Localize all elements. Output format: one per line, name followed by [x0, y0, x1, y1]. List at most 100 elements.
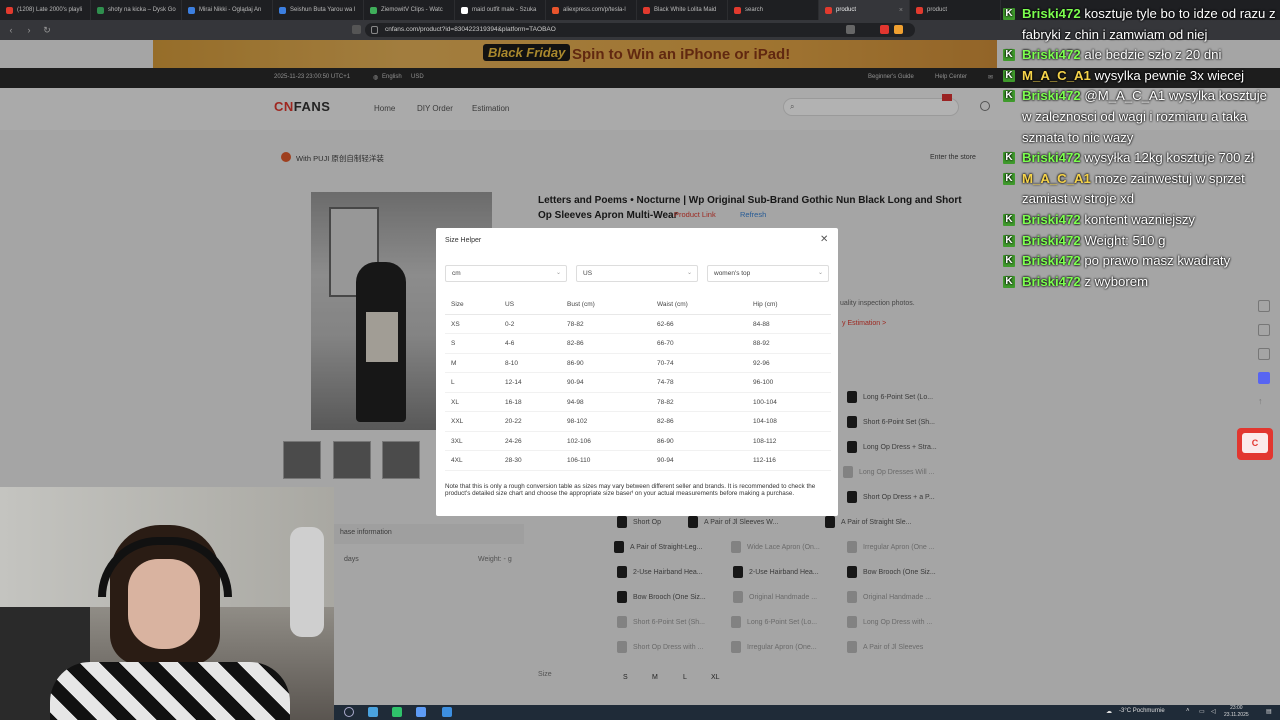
- tab-favicon-icon: [825, 6, 832, 14]
- table-row: L 12-14 90-94 74-78 96-100: [445, 373, 831, 393]
- chat-username: Briski472: [1022, 273, 1081, 289]
- table-row: XS 0-2 78-82 62-66 84-88: [445, 315, 831, 334]
- extension-icon[interactable]: [894, 25, 903, 34]
- back-icon[interactable]: ‹: [4, 23, 18, 37]
- volume-icon[interactable]: ◁: [1211, 708, 1216, 715]
- cart-icon[interactable]: [1258, 348, 1270, 360]
- tab-label: product: [927, 7, 948, 13]
- reload-icon[interactable]: ↻: [40, 23, 54, 37]
- browser-tab[interactable]: aliexpress.com/p/tesla-l: [546, 0, 637, 20]
- tray-chevron-icon[interactable]: ˄: [1186, 708, 1190, 714]
- region-select[interactable]: US ⌄: [576, 265, 698, 282]
- browser-tab[interactable]: shoty na kicka – Dysk Go: [91, 0, 182, 20]
- kick-badge-icon: K: [1003, 275, 1015, 288]
- browser-tab[interactable]: Black White Lolita Maid: [637, 0, 728, 20]
- table-row: S 4-6 82-86 66-70 88-92: [445, 334, 831, 354]
- table-cell: 4XL: [451, 457, 463, 464]
- chat-message: K Briski472 ale bedzie szło z 20 dni: [1000, 45, 1280, 66]
- table-cell: 4-6: [505, 340, 515, 347]
- search-icon[interactable]: [344, 707, 354, 717]
- size-helper-modal: Size Helper ✕ cm ⌄ US ⌄ women's top ⌄ Size U…: [436, 228, 838, 516]
- site-info-icon[interactable]: [371, 26, 378, 34]
- tab-favicon-icon: [916, 6, 923, 14]
- tab-label: ZiemowitV Clips - Watc: [381, 7, 443, 13]
- tab-favicon-icon: [461, 6, 468, 14]
- app-icon[interactable]: [368, 707, 378, 717]
- phone-icon[interactable]: [1258, 300, 1270, 312]
- browser-tab[interactable]: search: [728, 0, 819, 20]
- table-header: Size US Bust (cm) Waist (cm) Hip (cm): [445, 295, 831, 315]
- table-cell: 12-14: [505, 379, 522, 386]
- chat-text: Weight: 510 g: [1084, 232, 1166, 248]
- table-cell: XL: [451, 398, 459, 406]
- discord-icon[interactable]: [1258, 372, 1270, 384]
- app-icon[interactable]: [416, 707, 426, 717]
- chevron-down-icon: ⌄: [686, 270, 692, 276]
- close-icon[interactable]: ✕: [820, 234, 828, 245]
- table-cell: 66-70: [657, 340, 674, 347]
- app-icon[interactable]: [442, 707, 452, 717]
- tab-favicon-icon: [97, 6, 104, 14]
- browser-tab[interactable]: Mirai Nikki - Oglądaj An: [182, 0, 273, 20]
- chat-username: M_A_C_A1: [1022, 170, 1091, 186]
- clock-date: 23.11.2025: [1224, 712, 1249, 718]
- kick-badge-icon: K: [1003, 255, 1015, 268]
- app-icon[interactable]: [392, 707, 402, 717]
- tab-label: maid outfit male - Szuka: [472, 7, 537, 13]
- table-cell: 92-96: [753, 359, 770, 367]
- notification-icon[interactable]: ▤: [1266, 708, 1272, 715]
- chat-text: po prawo masz kwadraty: [1084, 253, 1231, 269]
- category-select[interactable]: women's top ⌄: [707, 265, 829, 282]
- chevron-down-icon: ⌄: [555, 270, 561, 276]
- tab-label: Black White Lolita Maid: [654, 7, 717, 13]
- chat-username: Briski472: [1022, 47, 1081, 63]
- kick-badge-icon: K: [1003, 90, 1015, 103]
- clock[interactable]: 23:00 23.11.2025: [1224, 705, 1249, 719]
- table-cell: 0-2: [505, 320, 515, 328]
- bookmark-icon[interactable]: [352, 25, 361, 34]
- tab-label: shoty na kicka – Dysk Go: [108, 7, 176, 13]
- chevron-down-icon: ⌄: [817, 270, 823, 276]
- table-cell: XXL: [451, 418, 464, 425]
- extension-icon[interactable]: [880, 25, 889, 34]
- table-cell: 20-22: [505, 418, 522, 425]
- chat-text: kontent wazniejszy: [1084, 211, 1196, 227]
- taskbar: ☁ -3°C Pochmurnie ˄ ▭ ◁ 23:00 23.11.2025 …: [334, 705, 1280, 720]
- coupon-widget[interactable]: C: [1237, 428, 1273, 460]
- weather-text[interactable]: -3°C Pochmurnie: [1119, 708, 1165, 714]
- chat-username: Briski472: [1022, 253, 1081, 269]
- chat-message: K M_A_C_A1 moze zainwestuj w sprzet zamia…: [1000, 169, 1280, 210]
- chat-text: wysyłka 12kg kosztuje 700 zł: [1084, 150, 1254, 166]
- browser-tab[interactable]: product ×: [819, 0, 910, 20]
- browser-tab[interactable]: product: [910, 0, 1001, 20]
- table-cell: 82-86: [567, 340, 584, 347]
- close-tab-icon[interactable]: ×: [899, 7, 903, 14]
- table-cell: 104-108: [753, 418, 777, 425]
- scroll-top-icon[interactable]: ↑: [1258, 396, 1270, 408]
- forward-icon[interactable]: ›: [22, 23, 36, 37]
- browser-tab[interactable]: ZiemowitV Clips - Watc: [364, 0, 455, 20]
- browser-tab[interactable]: Seishun Buta Yarou wa I: [273, 0, 364, 20]
- url-field[interactable]: cnfans.com/product?id=830422319394&platf…: [365, 23, 915, 37]
- tab-favicon-icon: [643, 6, 650, 14]
- table-cell: 3XL: [451, 437, 463, 445]
- browser-tab[interactable]: (1208) Late 2000's playli: [0, 0, 91, 20]
- tab-favicon-icon: [552, 6, 559, 14]
- column-header: Size: [451, 301, 464, 308]
- table-cell: 100-104: [753, 398, 777, 406]
- kick-badge-icon: K: [1003, 8, 1015, 20]
- table-cell: 108-112: [753, 437, 777, 445]
- chat-message: K Briski472 po prawo masz kwadraty: [1000, 251, 1280, 272]
- weather-icon: ☁: [1106, 709, 1112, 715]
- support-icon[interactable]: [1258, 324, 1270, 336]
- unit-select[interactable]: cm ⌄: [445, 265, 567, 282]
- tab-label: product: [836, 7, 857, 13]
- chat-message: K Briski472 kosztuje tyle bo to idze od r…: [1000, 4, 1280, 45]
- network-icon[interactable]: ▭: [1199, 708, 1205, 715]
- browser-tab[interactable]: maid outfit male - Szuka: [455, 0, 546, 20]
- chat-text: z wyborem: [1084, 273, 1149, 289]
- reader-icon[interactable]: [846, 25, 855, 34]
- chat-username: Briski472: [1022, 150, 1081, 166]
- tab-favicon-icon: [188, 6, 195, 14]
- column-header: Bust (cm): [567, 301, 595, 308]
